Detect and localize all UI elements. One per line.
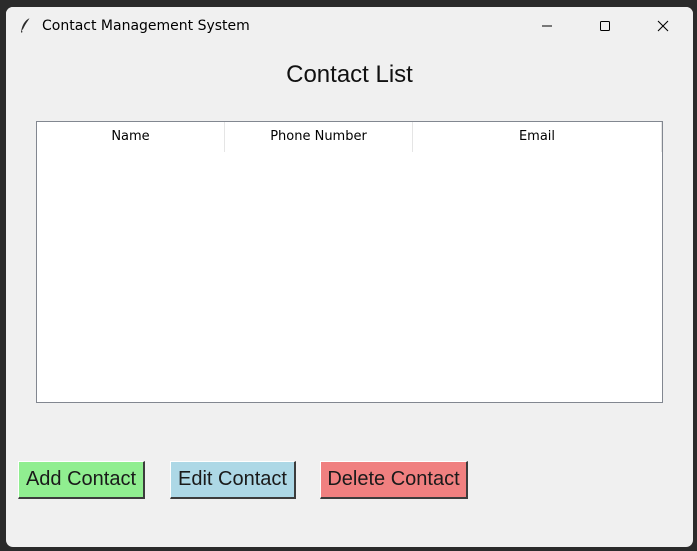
- minimize-icon: [541, 17, 553, 36]
- maximize-icon: [599, 17, 611, 36]
- column-header-email[interactable]: Email: [413, 122, 662, 152]
- column-header-name[interactable]: Name: [37, 122, 225, 152]
- app-window: Contact Management System Contact List N…: [6, 7, 693, 547]
- minimize-button[interactable]: [518, 7, 576, 45]
- page-title: Contact List: [286, 61, 413, 88]
- column-header-phone[interactable]: Phone Number: [225, 122, 413, 152]
- delete-contact-button[interactable]: Delete Contact: [320, 461, 468, 499]
- close-icon: [657, 17, 669, 36]
- maximize-button[interactable]: [576, 7, 634, 45]
- contacts-table[interactable]: Name Phone Number Email: [36, 121, 663, 403]
- table-header: Name Phone Number Email: [37, 122, 662, 152]
- window-title: Contact Management System: [42, 18, 250, 34]
- feather-icon: [18, 17, 34, 35]
- edit-contact-button[interactable]: Edit Contact: [170, 461, 296, 499]
- close-button[interactable]: [634, 7, 692, 45]
- add-contact-button[interactable]: Add Contact: [18, 461, 145, 499]
- title-bar[interactable]: Contact Management System: [6, 7, 693, 45]
